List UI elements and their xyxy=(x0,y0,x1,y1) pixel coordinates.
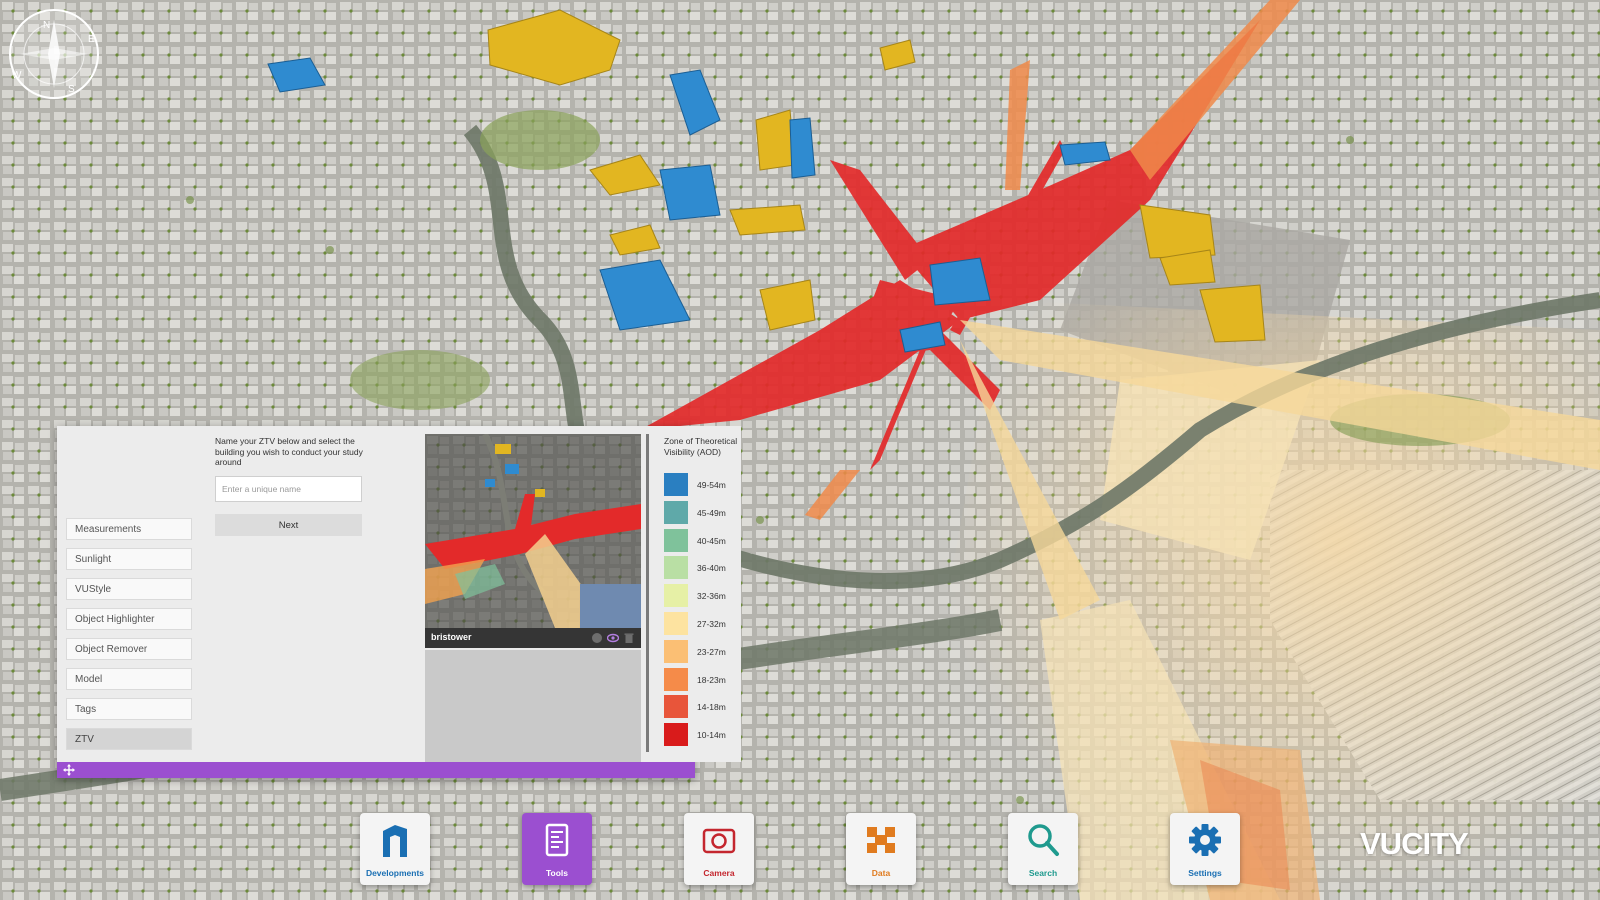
legend-row: 32-36m xyxy=(664,584,726,612)
legend-row: 23-27m xyxy=(664,639,726,668)
legend-title: Zone of Theoretical Visibility (AOD) xyxy=(664,436,738,457)
dock-label-tools: Tools xyxy=(545,868,569,878)
ztv-form: Name your ZTV below and select the build… xyxy=(203,426,425,762)
legend-label: 10-14m xyxy=(697,730,726,741)
legend-row: 49-54m xyxy=(664,473,726,501)
compass-w: W xyxy=(12,70,22,81)
dock-settings-button[interactable]: Settings xyxy=(1170,813,1240,885)
ztv-preview-column: bristower xyxy=(425,426,651,762)
settings-icon xyxy=(1189,824,1221,856)
dock-label-developments: Developments xyxy=(365,868,425,878)
info-icon[interactable] xyxy=(591,631,603,643)
legend-label: 14-18m xyxy=(697,702,726,713)
developments-icon xyxy=(383,825,407,857)
menu-item-ztv[interactable]: ZTV xyxy=(66,728,192,750)
legend-row: 27-32m xyxy=(664,611,726,640)
legend-swatch xyxy=(664,695,688,719)
menu-item-object-remover[interactable]: Object Remover xyxy=(66,638,192,660)
legend-swatch xyxy=(664,723,688,747)
compass-icon[interactable]: N E S W xyxy=(6,6,102,102)
dock-label-settings: Settings xyxy=(1188,868,1222,878)
legend-label: 45-49m xyxy=(697,507,726,518)
dock-search-button[interactable]: Search xyxy=(1008,813,1078,885)
dock-camera-button[interactable]: Camera xyxy=(684,813,754,885)
legend-label: 36-40m xyxy=(697,563,726,574)
dock-label-camera: Camera xyxy=(703,868,735,878)
legend-swatch xyxy=(664,473,688,496)
legend-swatch xyxy=(664,528,688,552)
dock-data-button[interactable]: Data xyxy=(846,813,916,885)
legend-swatch xyxy=(664,611,688,635)
dock-tools-button[interactable]: Tools xyxy=(522,813,592,885)
legend-label: 40-45m xyxy=(697,535,726,546)
vucity-logo: VUCITY xyxy=(1360,826,1486,866)
tools-icon xyxy=(545,823,569,857)
menu-item-sunlight[interactable]: Sunlight xyxy=(66,548,192,570)
eye-icon[interactable] xyxy=(606,631,620,643)
move-icon[interactable] xyxy=(63,764,75,776)
compass-n: N xyxy=(43,20,50,31)
legend-list: 49-54m 45-49m 40-45m 36-40m 32-36m 27-32m 23-2… xyxy=(664,473,726,751)
ztv-instructions: Name your ZTV below and select the build… xyxy=(215,436,363,467)
legend-swatch xyxy=(664,667,688,691)
tools-menu-column: Measurements Sunlight VUStyle Object Hig… xyxy=(57,426,203,762)
ztv-preview-card[interactable]: bristower xyxy=(425,434,641,648)
panel-footer-bar[interactable] xyxy=(57,762,695,778)
ztv-preview-thumbnail xyxy=(425,434,641,628)
brand-name: VUCITY xyxy=(1360,826,1469,861)
delete-icon[interactable] xyxy=(623,631,635,643)
dock-label-search: Search xyxy=(1028,868,1058,878)
tools-menu-list: Measurements Sunlight VUStyle Object Hig… xyxy=(66,518,192,758)
legend-label: 18-23m xyxy=(697,674,726,685)
legend-row: 40-45m xyxy=(664,528,726,557)
ztv-preview-bar: bristower xyxy=(425,628,641,648)
ztv-preview-label: bristower xyxy=(431,632,472,642)
legend-row: 14-18m xyxy=(664,695,726,723)
ztv-name-input[interactable] xyxy=(215,476,362,502)
compass-e: E xyxy=(88,34,95,45)
menu-item-object-highlighter[interactable]: Object Highlighter xyxy=(66,608,192,630)
search-icon xyxy=(1028,824,1059,856)
menu-item-vustyle[interactable]: VUStyle xyxy=(66,578,192,600)
legend-swatch xyxy=(664,500,688,524)
legend-row: 45-49m xyxy=(664,500,726,529)
menu-item-measurements[interactable]: Measurements xyxy=(66,518,192,540)
legend-swatch xyxy=(664,584,688,608)
ztv-preview-empty-slot xyxy=(425,650,641,762)
data-icon xyxy=(867,827,895,853)
legend-swatch xyxy=(664,556,688,580)
legend-label: 23-27m xyxy=(697,646,726,657)
menu-item-model[interactable]: Model xyxy=(66,668,192,690)
legend-label: 49-54m xyxy=(697,480,726,490)
dock-label-data: Data xyxy=(871,868,891,878)
legend-swatch xyxy=(664,639,688,663)
compass-s: S xyxy=(68,84,75,95)
ztv-legend: Zone of Theoretical Visibility (AOD) 49-… xyxy=(651,426,741,762)
menu-item-tags[interactable]: Tags xyxy=(66,698,192,720)
preview-scrollbar[interactable] xyxy=(646,434,649,752)
legend-label: 32-36m xyxy=(697,591,726,602)
legend-row: 36-40m xyxy=(664,556,726,584)
camera-icon xyxy=(702,828,736,854)
tools-panel: Measurements Sunlight VUStyle Object Hig… xyxy=(57,426,741,778)
tools-panel-body: Measurements Sunlight VUStyle Object Hig… xyxy=(57,426,741,762)
legend-row: 10-14m xyxy=(664,723,726,751)
legend-label: 27-32m xyxy=(697,618,726,629)
legend-row: 18-23m xyxy=(664,667,726,696)
next-button[interactable]: Next xyxy=(215,514,362,536)
dock-developments-button[interactable]: Developments xyxy=(360,813,430,885)
